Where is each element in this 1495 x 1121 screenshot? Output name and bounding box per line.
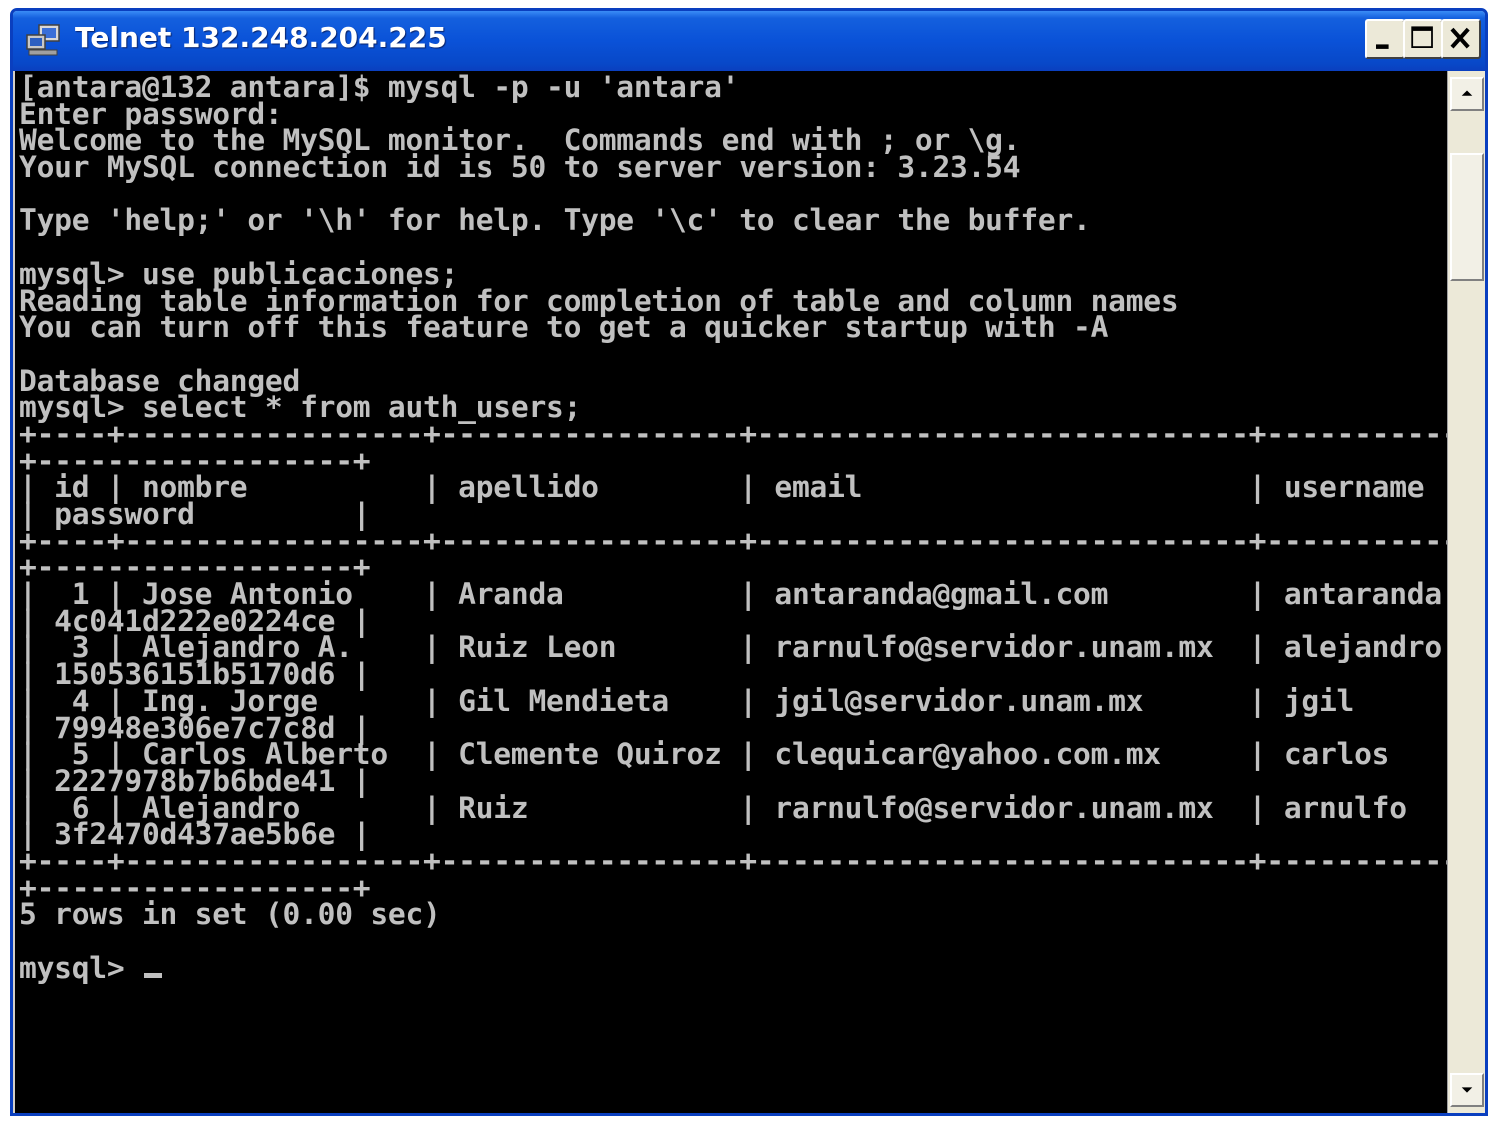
terminal-line: 5 rows in set (0.00 sec) bbox=[19, 897, 441, 932]
console-area[interactable]: [antara@132 antara]$ mysql -p -u 'antara… bbox=[15, 71, 1447, 1113]
window-title: Telnet 132.248.204.225 bbox=[75, 21, 447, 54]
minimize-button[interactable] bbox=[1365, 19, 1405, 59]
terminal-line: mysql> bbox=[19, 953, 1447, 982]
scroll-down-button[interactable] bbox=[1450, 1073, 1484, 1107]
arrow-down-icon bbox=[1461, 1087, 1473, 1093]
arrow-up-icon bbox=[1461, 90, 1473, 96]
close-button[interactable] bbox=[1441, 19, 1481, 59]
terminal-output: [antara@132 antara]$ mysql -p -u 'antara… bbox=[19, 72, 1447, 982]
maximize-icon bbox=[1411, 26, 1433, 48]
title-bar[interactable]: Telnet 132.248.204.225 bbox=[13, 11, 1485, 71]
minimize-icon bbox=[1376, 44, 1389, 49]
close-icon bbox=[1450, 27, 1470, 49]
terminal-line: Your MySQL connection id is 50 to server… bbox=[19, 150, 1021, 185]
scrollbar-thumb[interactable] bbox=[1450, 153, 1484, 281]
scroll-up-button[interactable] bbox=[1450, 77, 1484, 111]
text-cursor bbox=[143, 972, 162, 978]
terminal-line: You can turn off this feature to get a q… bbox=[19, 310, 1109, 345]
maximize-button[interactable] bbox=[1403, 19, 1443, 59]
telnet-window: Telnet 132.248.204.225 [antara@132 antar… bbox=[10, 8, 1488, 1116]
terminal-line: Type 'help;' or '\h' for help. Type '\c'… bbox=[19, 203, 1091, 238]
vertical-scrollbar[interactable] bbox=[1447, 71, 1485, 1113]
telnet-icon[interactable] bbox=[25, 23, 63, 57]
